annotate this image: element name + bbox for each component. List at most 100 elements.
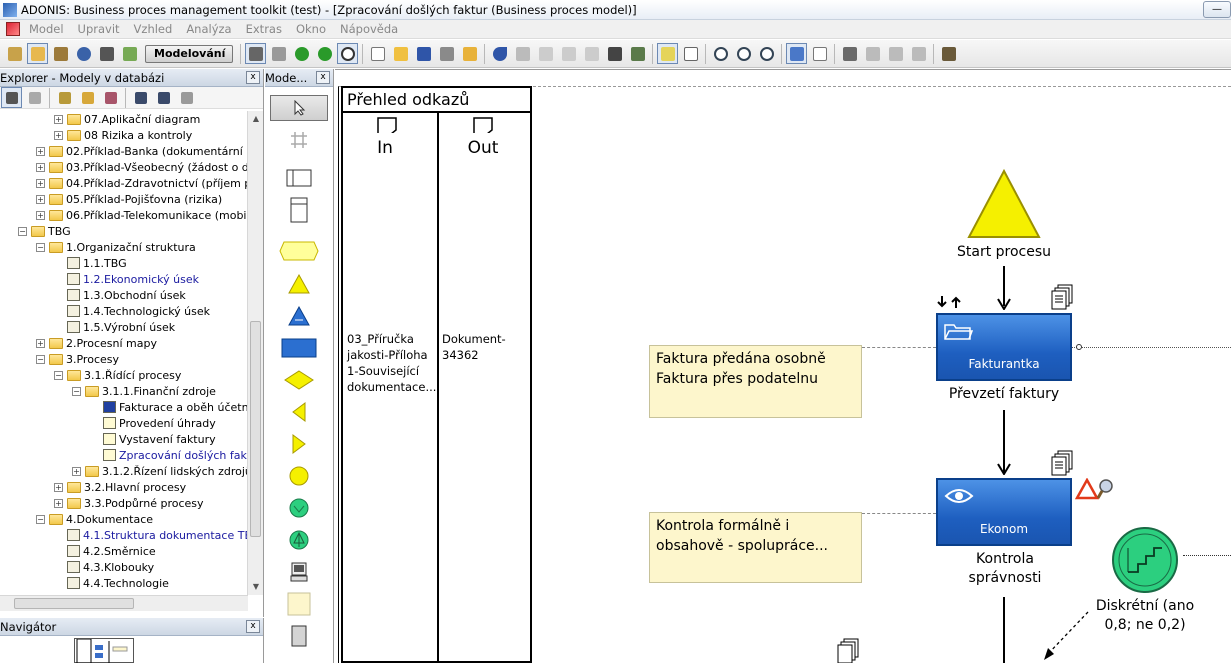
in-reference-text[interactable]: 03_Příručka jakosti-Příloha 1-Souvisejíc… (347, 331, 436, 395)
forward-icon[interactable] (314, 43, 335, 64)
simulation-mode-icon[interactable] (73, 43, 94, 64)
end-tool[interactable] (270, 463, 328, 489)
expand-icon[interactable]: + (72, 466, 81, 476)
replace-icon[interactable] (627, 43, 648, 64)
menu-model[interactable]: Model (22, 22, 71, 36)
tree-item[interactable]: 4.1.Struktura dokumentace TBG (54, 527, 248, 543)
acquisition-mode-icon[interactable] (4, 43, 25, 64)
tree-item[interactable]: 1.1.TBG (54, 255, 127, 271)
tree-view-icon[interactable] (1, 87, 22, 108)
modelling-mode-icon[interactable] (27, 43, 48, 64)
print-icon[interactable] (436, 43, 457, 64)
cut-icon[interactable] (535, 43, 556, 64)
zoom-in-icon[interactable] (733, 43, 754, 64)
expand-icon[interactable]: + (54, 114, 63, 124)
tree-item[interactable]: +3.1.2.Řízení lidských zdrojů (72, 463, 248, 479)
document-tool[interactable] (270, 559, 328, 585)
tree-item[interactable]: 1.2.Ekonomický úsek (54, 271, 199, 287)
align-center-icon[interactable] (862, 43, 883, 64)
risk-triangle-icon[interactable] (1075, 478, 1099, 500)
back-icon[interactable] (291, 43, 312, 64)
tree-item[interactable]: Provedení úhrady (90, 415, 216, 431)
out-reference-text[interactable]: Dokument-34362 (442, 331, 512, 363)
menu-vzhled[interactable]: Vzhled (127, 22, 180, 36)
tree-item[interactable]: Zpracování došlých fakt (90, 447, 248, 463)
menu-upravit[interactable]: Upravit (71, 22, 127, 36)
notebook-icon[interactable] (657, 43, 678, 64)
parallel-tool[interactable] (270, 431, 328, 457)
zoom-icon[interactable] (710, 43, 731, 64)
palette-close-button[interactable]: x (316, 71, 330, 84)
tree-item[interactable]: +07.Aplikační diagram (54, 111, 200, 127)
mode-selector[interactable]: Modelování (145, 44, 233, 63)
tree-item[interactable]: 4.4.Technologie (54, 575, 169, 591)
new-file-icon[interactable] (367, 43, 388, 64)
tree-item[interactable]: − 3.1.1.Finanční zdroje (72, 383, 216, 399)
expand-icon[interactable]: + (36, 146, 45, 156)
collapse-icon[interactable]: − (36, 354, 45, 364)
open-folder-icon[interactable] (390, 43, 411, 64)
tree-item[interactable]: − 4.Dokumentace (36, 511, 153, 527)
decision-tool[interactable] (270, 367, 328, 393)
menu-analyza[interactable]: Analýza (179, 22, 238, 36)
variable-tool[interactable] (270, 495, 328, 521)
import-export-icon[interactable] (119, 43, 140, 64)
activity-prevzeti-faktury[interactable]: Fakturantka (936, 313, 1072, 381)
expand-icon[interactable]: + (54, 482, 63, 492)
tree-item[interactable]: +06.Příklad-Telekomunikace (mobilní (36, 207, 248, 223)
clock-icon[interactable] (337, 43, 358, 64)
tree-item[interactable]: +05.Příklad-Pojišťovna (rizika) (36, 191, 222, 207)
tree-item[interactable]: 1.4.Technologický úsek (54, 303, 210, 319)
model-group-icon[interactable] (77, 87, 98, 108)
explorer-vertical-scrollbar[interactable]: ▲ ▼ (247, 111, 263, 595)
hscroll-thumb[interactable] (14, 598, 134, 609)
paste-icon[interactable] (581, 43, 602, 64)
zoom-out-icon[interactable] (756, 43, 777, 64)
save-icon[interactable] (413, 43, 434, 64)
process-start-tool[interactable] (270, 238, 328, 264)
collapse-icon[interactable]: − (36, 514, 45, 524)
connector-tool[interactable] (270, 127, 328, 153)
expand-icon[interactable]: + (54, 498, 63, 508)
scroll-up-icon[interactable]: ▲ (248, 111, 264, 127)
tree-item[interactable]: − 3.Procesy (36, 351, 119, 367)
copy-icon[interactable] (558, 43, 579, 64)
explorer-horizontal-scrollbar[interactable] (0, 595, 248, 611)
expand-icon[interactable]: + (36, 162, 45, 172)
evaluation-mode-icon[interactable] (96, 43, 117, 64)
decision-random-shape[interactable] (1110, 526, 1180, 596)
distribute-h-icon[interactable] (885, 43, 906, 64)
database-icon[interactable] (245, 43, 266, 64)
aggregation-tool[interactable] (270, 623, 328, 649)
subprocess-tool[interactable] (270, 303, 328, 329)
document-menu-icon[interactable] (6, 22, 20, 36)
navigator-viewport[interactable] (74, 638, 134, 663)
collapse-icon[interactable]: − (54, 370, 63, 380)
activity-kontrola-spravnosti[interactable]: Ekonom (936, 478, 1072, 546)
tree-item[interactable]: +2.Procesní mapy (36, 335, 157, 351)
table-view-icon[interactable] (680, 43, 701, 64)
note-kontrola[interactable]: Kontrola formálně i obsahově - spoluprác… (649, 512, 862, 583)
documents-3-icon[interactable] (836, 638, 860, 663)
minimize-button[interactable]: — (1203, 1, 1231, 18)
model-link-icon[interactable] (100, 87, 121, 108)
explorer-close-button[interactable]: x (246, 71, 260, 84)
collapse-icon[interactable]: − (36, 242, 45, 252)
collapse-icon[interactable]: − (72, 386, 81, 396)
note-faktura[interactable]: Faktura předána osobně Faktura přes poda… (649, 345, 862, 418)
start-tool[interactable] (270, 271, 328, 297)
align-left-icon[interactable] (839, 43, 860, 64)
swimlane-vertical-tool[interactable] (270, 197, 328, 223)
collapse-all-icon[interactable] (153, 87, 174, 108)
analysis-mode-icon[interactable] (50, 43, 71, 64)
expand-icon[interactable]: + (36, 194, 45, 204)
tree-item[interactable]: +3.2.Hlavní procesy (54, 479, 186, 495)
grid-icon[interactable] (809, 43, 830, 64)
tree-item[interactable]: +08 Rizika a kontroly (54, 127, 192, 143)
expand-all-icon[interactable] (130, 87, 151, 108)
distribute-v-icon[interactable] (908, 43, 929, 64)
export-icon[interactable] (459, 43, 480, 64)
scroll-thumb[interactable] (250, 321, 261, 537)
tree-item[interactable]: +3.3.Podpůrné procesy (54, 495, 204, 511)
tree-item[interactable]: − 3.1.Řídící procesy (54, 367, 181, 383)
